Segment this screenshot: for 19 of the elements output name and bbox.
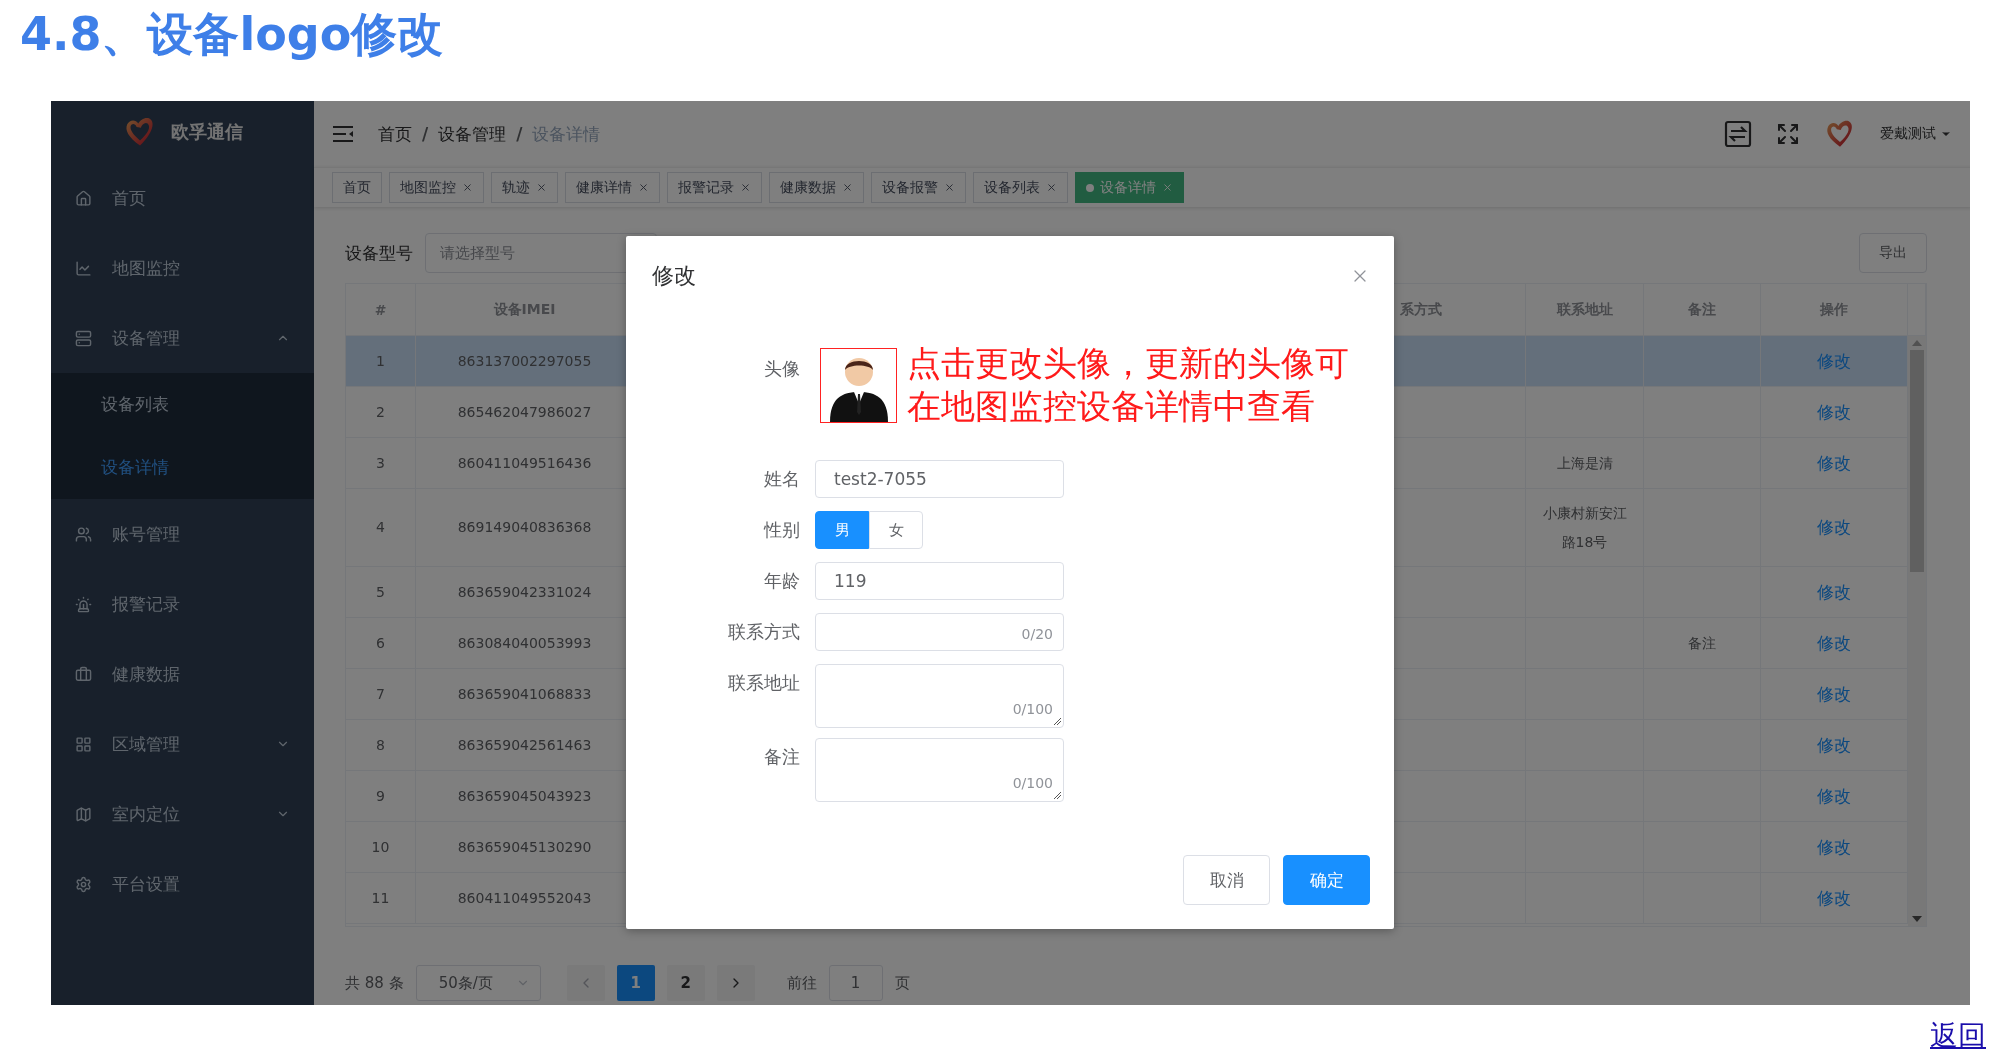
brand-name: 欧孚通信 [170,120,243,144]
field-label: 联系地址 [727,671,800,695]
char-counter: 0/100 [1012,701,1053,717]
breadcrumb-separator: / [422,124,429,144]
page-heading: 4.8、设备logo修改 [19,6,445,63]
field-label: 联系方式 [727,620,800,644]
char-counter: 0/20 [1021,626,1053,642]
field-label: 头像 [763,357,800,381]
table-cell: 11 [346,873,416,924]
filter-label: 设备型号 [345,241,413,265]
field-label: 备注 [763,745,800,769]
field-label: 姓名 [763,467,800,491]
field-label: 性别 [762,518,800,542]
char-counter: 0/100 [1012,775,1053,791]
goto-label: 前往 [786,973,817,993]
goto-suffix: 页 [894,973,910,993]
breadcrumb-separator: / [516,124,523,144]
total-count: 共 88 条 [345,973,404,993]
field-label: 年龄 [763,569,800,593]
